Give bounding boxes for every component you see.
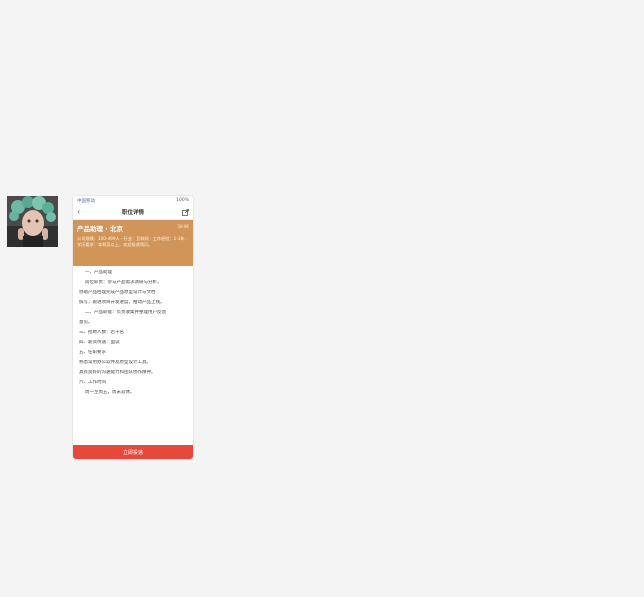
page-title: 职位详情 [121, 210, 144, 216]
job-summary: 公司规模：100-499人 · 行业：互联网 · 工作经验：1-3年 · 学历要… [77, 236, 188, 247]
content-line: 四、薪资待遇：面议 [79, 340, 120, 345]
apply-button[interactable]: 立即投递 [73, 445, 193, 459]
avatar-image [7, 196, 58, 247]
content-line: 具有良好的沟通能力和团队协作精神。 [79, 370, 156, 375]
job-description: 一、产品助理 岗位职责：参与产品需求调研与分析， 协助产品经理完成产品原型设计与… [73, 266, 193, 396]
share-icon[interactable] [179, 208, 189, 216]
carrier-label: 中国移动 [77, 198, 95, 204]
battery-label: 100% [176, 198, 189, 203]
content-line: 撰写，跟进项目开发进度，推动产品上线。 [79, 300, 165, 305]
content-line: 周一至周五，周末双休。 [85, 390, 135, 395]
avatar [7, 196, 58, 247]
nav-bar: ‹ 职位详情 [73, 205, 193, 220]
phone-screenshot: 中国移动 100% ‹ 职位详情 产品助理 · 北京 5K-8K 公司规模：10… [73, 196, 193, 459]
content-line: 协助产品经理完成产品原型设计与文档 [79, 290, 156, 295]
content-line: 一、产品助理 [85, 270, 112, 275]
content-line: 三、招聘人数：若干名 [79, 330, 124, 335]
job-title: 产品助理 · 北京 [77, 225, 123, 233]
status-bar: 中国移动 100% [73, 196, 193, 205]
content-line: 二、产品职能：负责收集并整理用户反馈 [85, 310, 166, 315]
content-line: 岗位职责：参与产品需求调研与分析， [85, 280, 162, 285]
job-banner: 产品助理 · 北京 5K-8K 公司规模：100-499人 · 行业：互联网 ·… [73, 220, 193, 266]
chevron-left-icon[interactable]: ‹ [77, 208, 87, 216]
salary-label: 5K-8K [177, 224, 189, 229]
content-line: 五、任职要求 [79, 350, 106, 355]
content-line: 六、工作时间 [79, 380, 106, 385]
content-line: 意见。 [79, 320, 93, 325]
content-line: 熟悉常用办公软件及原型设计工具。 [79, 360, 151, 365]
